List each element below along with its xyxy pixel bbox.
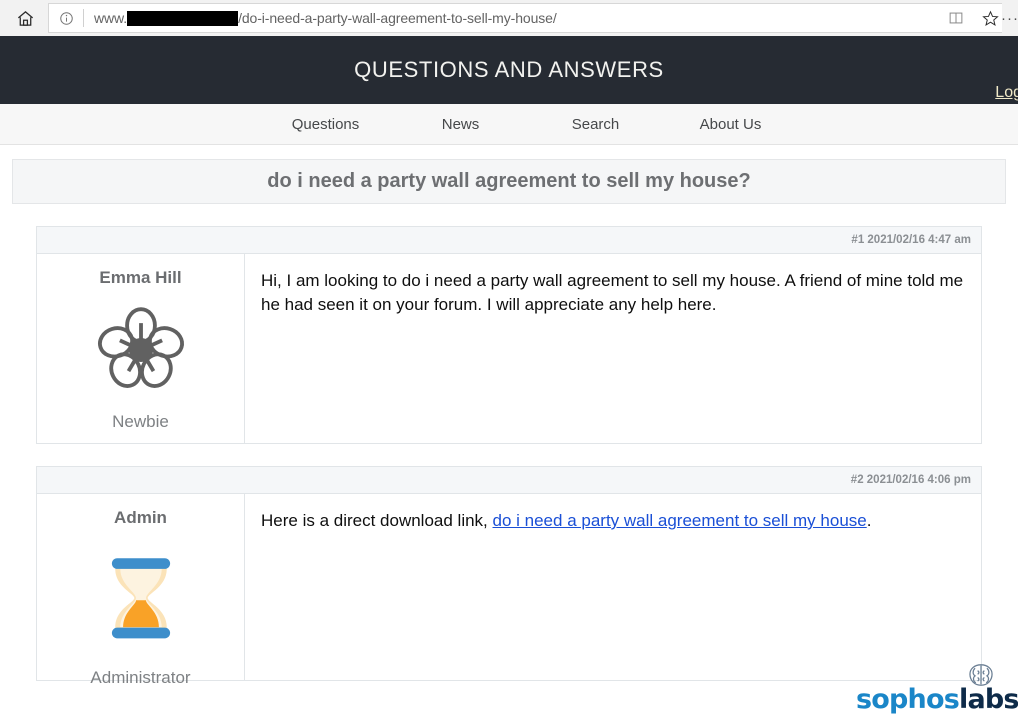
download-link[interactable]: do i need a party wall agreement to sell… — [493, 511, 867, 530]
more-menu-button[interactable]: ··· — [1001, 0, 1018, 36]
post-text: Hi, I am looking to do i need a party wa… — [261, 271, 964, 315]
thread-title: do i need a party wall agreement to sell… — [267, 170, 751, 192]
post-item: #2 2021/02/16 4:06 pm Admin Administrato… — [36, 466, 982, 687]
post-meta-text: #2 2021/02/16 4:06 pm — [850, 474, 971, 486]
thread-title-bar: do i need a party wall agreement to sell… — [12, 159, 1006, 204]
flower-avatar-icon — [90, 302, 192, 398]
post-text-suffix: . — [866, 511, 872, 530]
post-author-rank: Administrator — [90, 668, 191, 687]
address-bar-url[interactable]: www. /do-i-need-a-party-wall-agreement-to… — [84, 10, 939, 26]
post-meta-text: #1 2021/02/16 4:47 am — [851, 234, 971, 246]
post-body-row: Emma Hill Newbie Hi, I am looking to do … — [36, 254, 982, 444]
url-suffix: /do-i-need-a-party-wall-agreement-to-sel… — [238, 10, 557, 26]
post-meta-bar: #2 2021/02/16 4:06 pm — [36, 466, 982, 494]
post-body-row: Admin Administrator Here is a direct dow… — [36, 494, 982, 687]
post-author-rank: Newbie — [112, 412, 169, 431]
nav-item-search[interactable]: Search — [528, 116, 663, 133]
nav-item-questions[interactable]: Questions — [258, 116, 393, 133]
post-list: #1 2021/02/16 4:47 am Emma Hill Newbie H… — [12, 226, 1006, 687]
nav-item-about-us[interactable]: About Us — [663, 116, 798, 133]
post-author-name[interactable]: Admin — [114, 508, 167, 528]
site-header: QUESTIONS AND ANSWERS Log — [0, 36, 1018, 104]
ellipsis-icon: ··· — [1001, 9, 1018, 27]
post-item: #1 2021/02/16 4:47 am Emma Hill Newbie H… — [36, 226, 982, 444]
login-link[interactable]: Log — [995, 84, 1018, 102]
browser-toolbar: www. /do-i-need-a-party-wall-agreement-to… — [0, 0, 1018, 36]
brand-sophos: sophos — [856, 684, 960, 715]
address-bar[interactable]: www. /do-i-need-a-party-wall-agreement-to… — [48, 3, 1012, 33]
hourglass-avatar-icon — [82, 542, 200, 654]
site-navigation: Questions News Search About Us — [0, 104, 1018, 145]
home-icon[interactable] — [6, 3, 44, 33]
post-author-name[interactable]: Emma Hill — [99, 268, 181, 288]
post-meta-bar: #1 2021/02/16 4:47 am — [36, 226, 982, 254]
post-content: Hi, I am looking to do i need a party wa… — [245, 254, 981, 443]
site-title: QUESTIONS AND ANSWERS — [354, 57, 664, 82]
url-prefix: www. — [94, 10, 128, 26]
brand-labs: labs — [959, 684, 1018, 715]
url-redaction-bar — [127, 10, 239, 26]
page-body: do i need a party wall agreement to sell… — [0, 145, 1018, 687]
info-circle-icon[interactable] — [49, 4, 83, 32]
post-author-panel: Admin Administrator — [37, 494, 245, 687]
book-icon[interactable] — [939, 4, 973, 32]
sophoslabs-wordmark: sophoslabs — [856, 686, 1018, 713]
post-author-panel: Emma Hill Newbie — [37, 254, 245, 443]
post-content: Here is a direct download link, do i nee… — [245, 494, 981, 680]
nav-item-news[interactable]: News — [393, 116, 528, 133]
post-text-prefix: Here is a direct download link, — [261, 511, 493, 530]
